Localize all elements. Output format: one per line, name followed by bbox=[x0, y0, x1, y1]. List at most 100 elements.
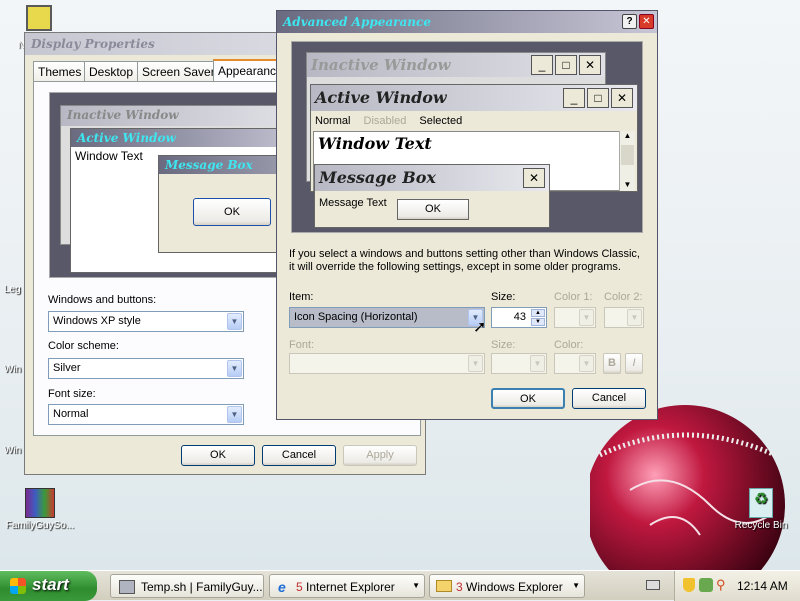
recycle-bin-icon[interactable]: ♻ Recycle Bin bbox=[728, 488, 794, 531]
bold-button[interactable]: B bbox=[603, 353, 621, 374]
apply-button[interactable]: Apply bbox=[343, 445, 417, 466]
desktop-icon-label: Recycle Bin bbox=[734, 520, 788, 531]
info-text-line-1: If you select a windows and buttons sett… bbox=[289, 248, 640, 260]
desktop-icon-top[interactable] bbox=[26, 5, 52, 31]
chevron-down-icon[interactable]: ▼ bbox=[468, 355, 483, 372]
item-value: Icon Spacing (Horizontal) bbox=[294, 311, 418, 323]
font-size-label: Font size: bbox=[48, 388, 96, 400]
taskbar-button-label: Internet Explorer bbox=[306, 580, 395, 594]
group-count: 5 bbox=[296, 580, 303, 594]
font-size-value: Normal bbox=[53, 408, 89, 420]
preview-msgbox-text: Message Text bbox=[319, 197, 387, 209]
color-scheme-label: Color scheme: bbox=[48, 340, 119, 352]
chevron-down-icon: ▼ bbox=[572, 581, 580, 590]
appearance-preview: Inactive Window _ □ ✕ Active Window _ □ … bbox=[291, 41, 643, 233]
preview-menu: Normal Disabled Selected bbox=[315, 115, 462, 127]
spin-up-icon[interactable]: ▲ bbox=[531, 309, 545, 317]
color-scheme-value: Silver bbox=[53, 362, 81, 374]
network-icon[interactable] bbox=[699, 578, 713, 592]
minimize-icon: _ bbox=[531, 55, 553, 75]
help-button[interactable]: ? bbox=[622, 14, 637, 29]
size-spinner[interactable]: 43 ▲ ▼ bbox=[491, 307, 547, 328]
title-bar[interactable]: Advanced Appearance bbox=[277, 11, 657, 33]
maximize-icon: □ bbox=[555, 55, 577, 75]
info-text-line-2: it will override the following settings,… bbox=[289, 261, 621, 273]
keyboard-icon[interactable] bbox=[646, 580, 660, 590]
folder-icon bbox=[436, 580, 452, 592]
chevron-down-icon[interactable]: ▼ bbox=[627, 309, 642, 326]
tab-desktop[interactable]: Desktop bbox=[84, 61, 139, 81]
color2-picker[interactable]: ▼ bbox=[604, 307, 644, 328]
preview-inactive-title: Inactive Window bbox=[61, 106, 299, 126]
chevron-down-icon[interactable]: ▼ bbox=[227, 360, 242, 377]
chevron-down-icon[interactable]: ▼ bbox=[530, 355, 545, 372]
spin-down-icon[interactable]: ▼ bbox=[531, 318, 545, 326]
tab-themes[interactable]: Themes bbox=[33, 61, 87, 81]
desktop-icon-label: FamilyGuySo... bbox=[5, 520, 75, 531]
ok-button[interactable]: OK bbox=[181, 445, 255, 466]
font-size-select[interactable]: Normal ▼ bbox=[48, 404, 244, 425]
font-size-select[interactable]: ▼ bbox=[491, 353, 547, 374]
cancel-button[interactable]: Cancel bbox=[262, 445, 336, 466]
color1-picker[interactable]: ▼ bbox=[554, 307, 596, 328]
advanced-appearance-window: Advanced Appearance ? ✕ Inactive Window … bbox=[276, 10, 658, 420]
item-select[interactable]: Icon Spacing (Horizontal) ▼ bbox=[289, 307, 485, 328]
start-button[interactable]: start bbox=[0, 571, 97, 601]
preview-ok-button: OK bbox=[397, 199, 469, 220]
font-label: Font: bbox=[289, 339, 315, 351]
minimize-icon: _ bbox=[563, 88, 585, 108]
close-icon: ✕ bbox=[611, 88, 633, 108]
internet-explorer-icon: e bbox=[278, 579, 286, 595]
desktop-partial-label: Win bbox=[4, 445, 22, 456]
chevron-down-icon: ▼ bbox=[412, 581, 420, 590]
font-size-label: Size: bbox=[491, 339, 516, 351]
chevron-down-icon[interactable]: ▼ bbox=[579, 309, 594, 326]
chevron-down-icon[interactable]: ▼ bbox=[227, 406, 242, 423]
taskbar: start Temp.sh | FamilyGuy... e 5 Interne… bbox=[0, 570, 800, 601]
application-icon bbox=[119, 580, 135, 594]
size-label: Size: bbox=[491, 291, 516, 303]
preview-ok-button: OK bbox=[193, 198, 271, 226]
winrar-archive-icon[interactable]: FamilyGuySo... bbox=[0, 488, 80, 531]
search-icon[interactable]: ⚲ bbox=[716, 577, 726, 593]
cancel-button[interactable]: Cancel bbox=[572, 388, 646, 409]
color1-label: Color 1: bbox=[554, 291, 593, 303]
preview-active-title: Active Window bbox=[71, 129, 309, 147]
font-select[interactable]: ▼ bbox=[289, 353, 485, 374]
clock[interactable]: 12:14 AM bbox=[737, 579, 788, 593]
start-label: start bbox=[32, 575, 69, 594]
mouse-cursor-icon: ➚ bbox=[473, 319, 487, 336]
preview-menu-selected: Selected bbox=[419, 115, 463, 127]
color2-label: Color 2: bbox=[604, 291, 643, 303]
system-tray: ⚲ 12:14 AM bbox=[674, 571, 800, 601]
security-shield-icon[interactable] bbox=[683, 578, 695, 592]
taskbar-button-label: Temp.sh | FamilyGuy... bbox=[141, 580, 263, 594]
windows-logo-icon bbox=[10, 578, 26, 594]
close-icon: ✕ bbox=[579, 55, 601, 75]
tab-screen-saver[interactable]: Screen Saver bbox=[137, 61, 220, 81]
item-label: Item: bbox=[289, 291, 314, 303]
color-scheme-select[interactable]: Silver ▼ bbox=[48, 358, 244, 379]
maximize-icon: □ bbox=[587, 88, 609, 108]
close-button[interactable]: ✕ bbox=[639, 14, 654, 29]
preview-menu-normal: Normal bbox=[315, 115, 351, 127]
ok-button[interactable]: OK bbox=[491, 388, 565, 409]
size-value: 43 bbox=[513, 311, 526, 323]
preview-menu-disabled: Disabled bbox=[363, 115, 407, 127]
taskbar-group-internet-explorer[interactable]: e 5 Internet Explorer ▼ bbox=[269, 574, 425, 598]
color-label: Color: bbox=[554, 339, 584, 351]
font-color-picker[interactable]: ▼ bbox=[554, 353, 596, 374]
preview-message-box: Message Box ✕ Message Text OK bbox=[314, 164, 550, 228]
desktop-partial-label: Win bbox=[4, 364, 22, 375]
taskbar-group-windows-explorer[interactable]: 3 Windows Explorer ▼ bbox=[429, 574, 585, 598]
windows-buttons-value: Windows XP style bbox=[53, 315, 141, 327]
taskbar-button-temp[interactable]: Temp.sh | FamilyGuy... bbox=[110, 574, 264, 598]
chevron-down-icon[interactable]: ▼ bbox=[227, 313, 242, 330]
windows-buttons-label: Windows and buttons: bbox=[48, 294, 157, 306]
chevron-down-icon[interactable]: ▼ bbox=[579, 355, 594, 372]
windows-buttons-select[interactable]: Windows XP style ▼ bbox=[48, 311, 244, 332]
window-title: Advanced Appearance bbox=[283, 15, 431, 29]
preview-msgbox-title: Message Box bbox=[315, 165, 549, 191]
preview-scrollbar: ▲ ▼ bbox=[619, 131, 635, 191]
italic-button[interactable]: I bbox=[625, 353, 643, 374]
